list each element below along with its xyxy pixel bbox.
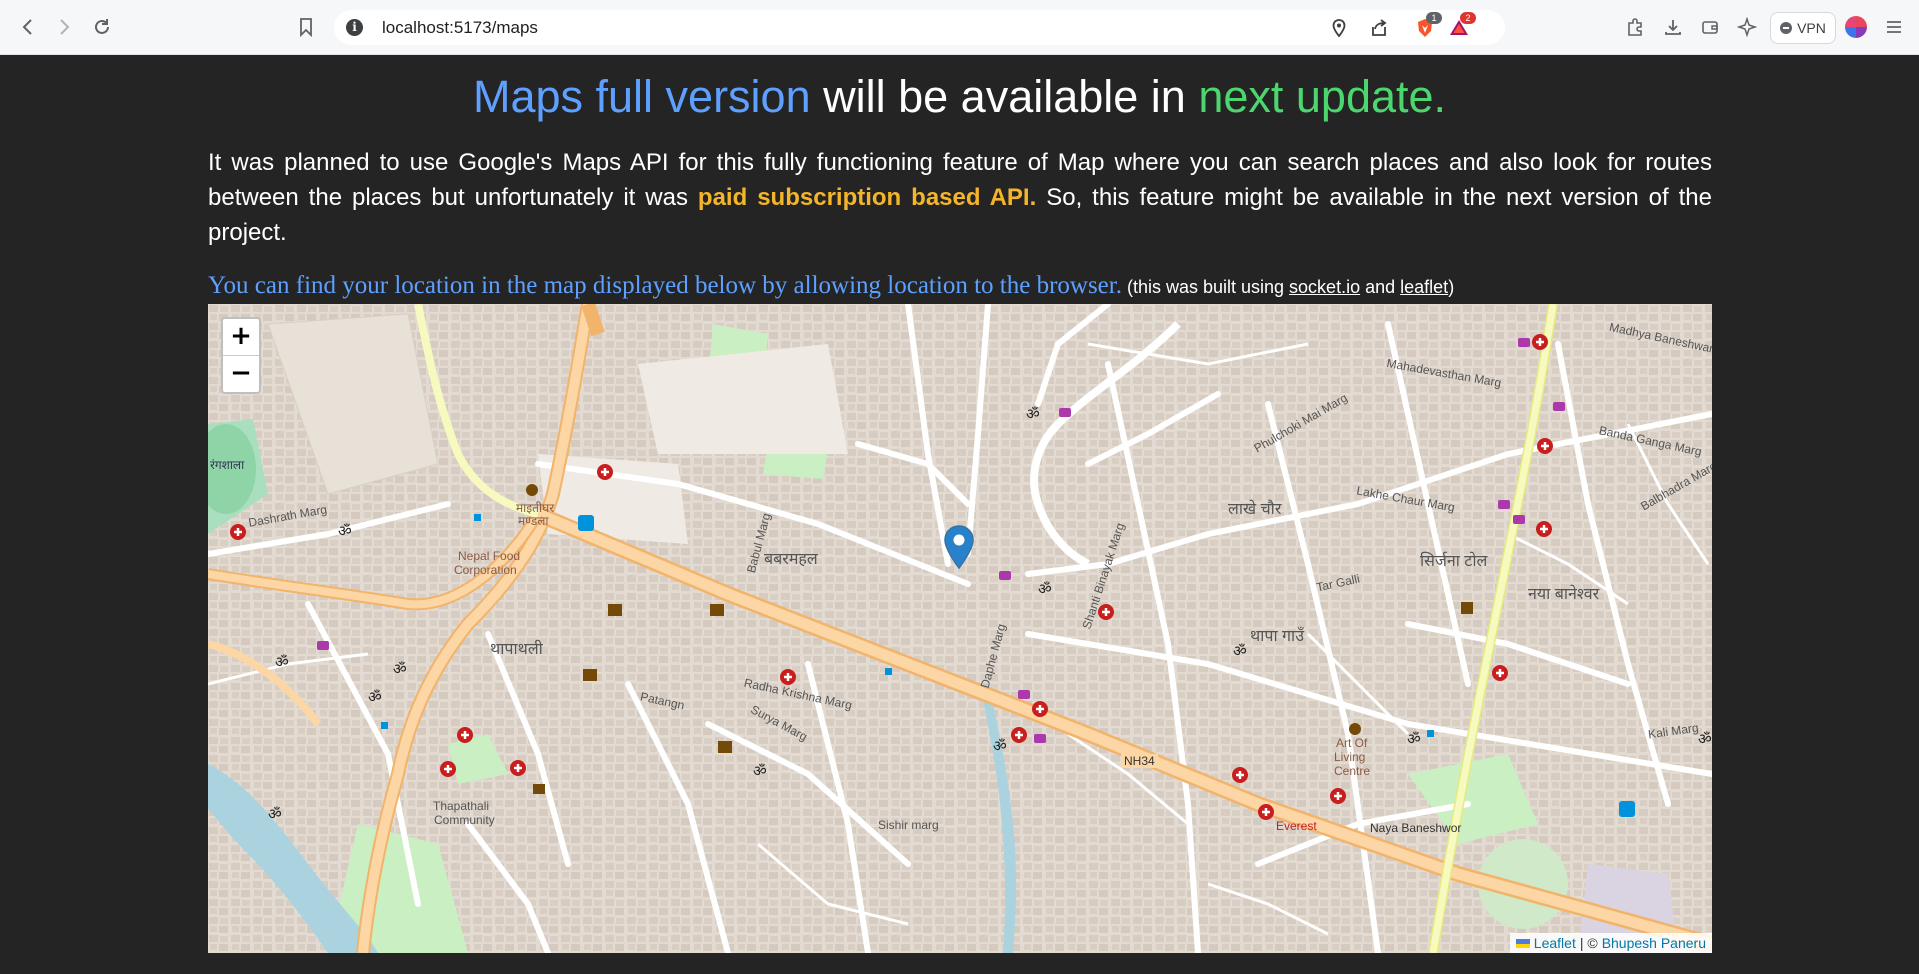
- map-tiles[interactable]: ॐॐ ॐ ॐॐॐ ॐॐॐ ॐ ॐॐ: [208, 304, 1712, 953]
- vpn-status-icon: [1780, 22, 1793, 34]
- svg-text:ॐ: ॐ: [1038, 580, 1052, 598]
- page-content: Maps full version will be available in n…: [0, 55, 1919, 974]
- location-note: You can find your location in the map di…: [208, 272, 1712, 300]
- map-label-sirjana-tol: सिर्जना टोल: [1420, 553, 1488, 570]
- attribution-separator: | ©: [1579, 935, 1598, 951]
- title-part-update: next update.: [1198, 71, 1447, 122]
- location-marker-icon[interactable]: [943, 525, 975, 569]
- location-note-and: and: [1360, 277, 1401, 297]
- location-note-main: You can find your location in the map di…: [208, 272, 1122, 299]
- svg-text:ॐ: ॐ: [993, 737, 1007, 755]
- zoom-control: + −: [221, 317, 261, 394]
- attribution-leaflet-link[interactable]: Leaflet: [1534, 933, 1576, 953]
- bookmark-icon[interactable]: [292, 13, 320, 41]
- map-label-living: Living: [1334, 750, 1366, 764]
- brave-rewards-icon[interactable]: 2: [1448, 12, 1476, 39]
- map-label-art-of: Art Of: [1336, 736, 1368, 750]
- leaflet-link[interactable]: leaflet: [1400, 277, 1448, 297]
- downloads-icon[interactable]: [1659, 13, 1687, 41]
- svg-text:ॐ: ॐ: [275, 653, 289, 671]
- map-label-thapathali: थापाथली: [490, 641, 543, 658]
- svg-text:ॐ: ॐ: [393, 660, 407, 678]
- map-label-nepal-food: Nepal Food: [458, 549, 521, 563]
- address-bar[interactable]: i localhost:5173/maps 1 2: [334, 10, 1505, 45]
- intro-highlight: paid subscription based API.: [697, 184, 1037, 211]
- map-label-naya-baneshwor: नया बानेश्वर: [1528, 586, 1600, 603]
- attribution-author-link[interactable]: Bhupesh Paneru: [1602, 933, 1706, 953]
- page-title: Maps full version will be available in n…: [0, 71, 1919, 123]
- svg-text:ॐ: ॐ: [268, 805, 282, 823]
- location-note-paren-open: (this was built using: [1121, 277, 1290, 297]
- leo-ai-icon[interactable]: [1733, 13, 1761, 41]
- map-label-thapagaun: थापा गाउँ: [1250, 628, 1304, 645]
- svg-text:ॐ: ॐ: [1698, 730, 1712, 748]
- ukraine-flag-icon: [1515, 938, 1530, 948]
- site-info-icon[interactable]: i: [346, 19, 363, 36]
- shields-badge: 1: [1426, 12, 1442, 24]
- vpn-button[interactable]: VPN: [1770, 12, 1836, 44]
- wallet-icon[interactable]: [1696, 13, 1724, 41]
- map-label-naya-baneshwor-en: Naya Baneshwor: [1370, 821, 1462, 835]
- share-icon[interactable]: [1368, 17, 1390, 39]
- map-label-nh34: NH34: [1121, 754, 1158, 768]
- back-icon[interactable]: [14, 13, 42, 41]
- zoom-in-button[interactable]: +: [223, 319, 259, 355]
- vpn-label: VPN: [1797, 20, 1826, 36]
- map-container[interactable]: ॐॐॐ ॐॐॐ ॐॐॐ ॐॐॐ Nepal Food Corporation थ…: [208, 304, 1712, 953]
- title-part-maps: Maps full version: [472, 71, 811, 122]
- socketio-link[interactable]: socket.io: [1289, 277, 1360, 297]
- map-label-centre: Centre: [1334, 764, 1371, 778]
- map-attribution: Leaflet | © Bhupesh Paneru: [1509, 933, 1712, 953]
- svg-text:ॐ: ॐ: [368, 688, 382, 706]
- forward-icon[interactable]: [50, 13, 78, 41]
- extensions-icon[interactable]: [1621, 13, 1649, 41]
- reload-icon[interactable]: [88, 13, 116, 41]
- map-label-lakhe-chaur: लाखे चौर: [1228, 501, 1282, 518]
- map-label-mandala: मण्डला: [518, 514, 549, 528]
- rewards-badge: 2: [1460, 12, 1476, 24]
- map-label-thapathali-community-1: Thapathali: [433, 799, 490, 813]
- map-label-sishir-marg: Sishir marg: [878, 818, 939, 832]
- intro-paragraph: It was planned to use Google's Maps API …: [208, 145, 1712, 250]
- brave-shields-icon[interactable]: 1: [1414, 12, 1442, 39]
- menu-icon[interactable]: [1880, 13, 1908, 41]
- map-label-rangshala: रंगशाला: [210, 458, 245, 472]
- zoom-out-button[interactable]: −: [223, 355, 259, 392]
- location-pin-icon[interactable]: [1328, 17, 1350, 39]
- map-label-everest: Everest: [1276, 819, 1317, 833]
- title-part-middle: will be available in: [810, 71, 1199, 122]
- url-text[interactable]: localhost:5173/maps: [382, 18, 538, 38]
- map-label-thapathali-community-2: Community: [434, 813, 495, 827]
- location-note-paren-close: ): [1448, 277, 1455, 297]
- svg-text:ॐ: ॐ: [338, 522, 352, 540]
- browser-toolbar: i localhost:5173/maps 1 2 VPN: [0, 0, 1919, 55]
- svg-text:ॐ: ॐ: [753, 762, 767, 780]
- svg-text:ॐ: ॐ: [1233, 642, 1247, 660]
- map-label-babarmahal: बबरमहल: [764, 551, 818, 568]
- svg-text:ॐ: ॐ: [1407, 730, 1421, 748]
- svg-text:ॐ: ॐ: [1026, 405, 1040, 423]
- profile-avatar[interactable]: [1845, 16, 1867, 38]
- map-label-corporation: Corporation: [454, 563, 517, 577]
